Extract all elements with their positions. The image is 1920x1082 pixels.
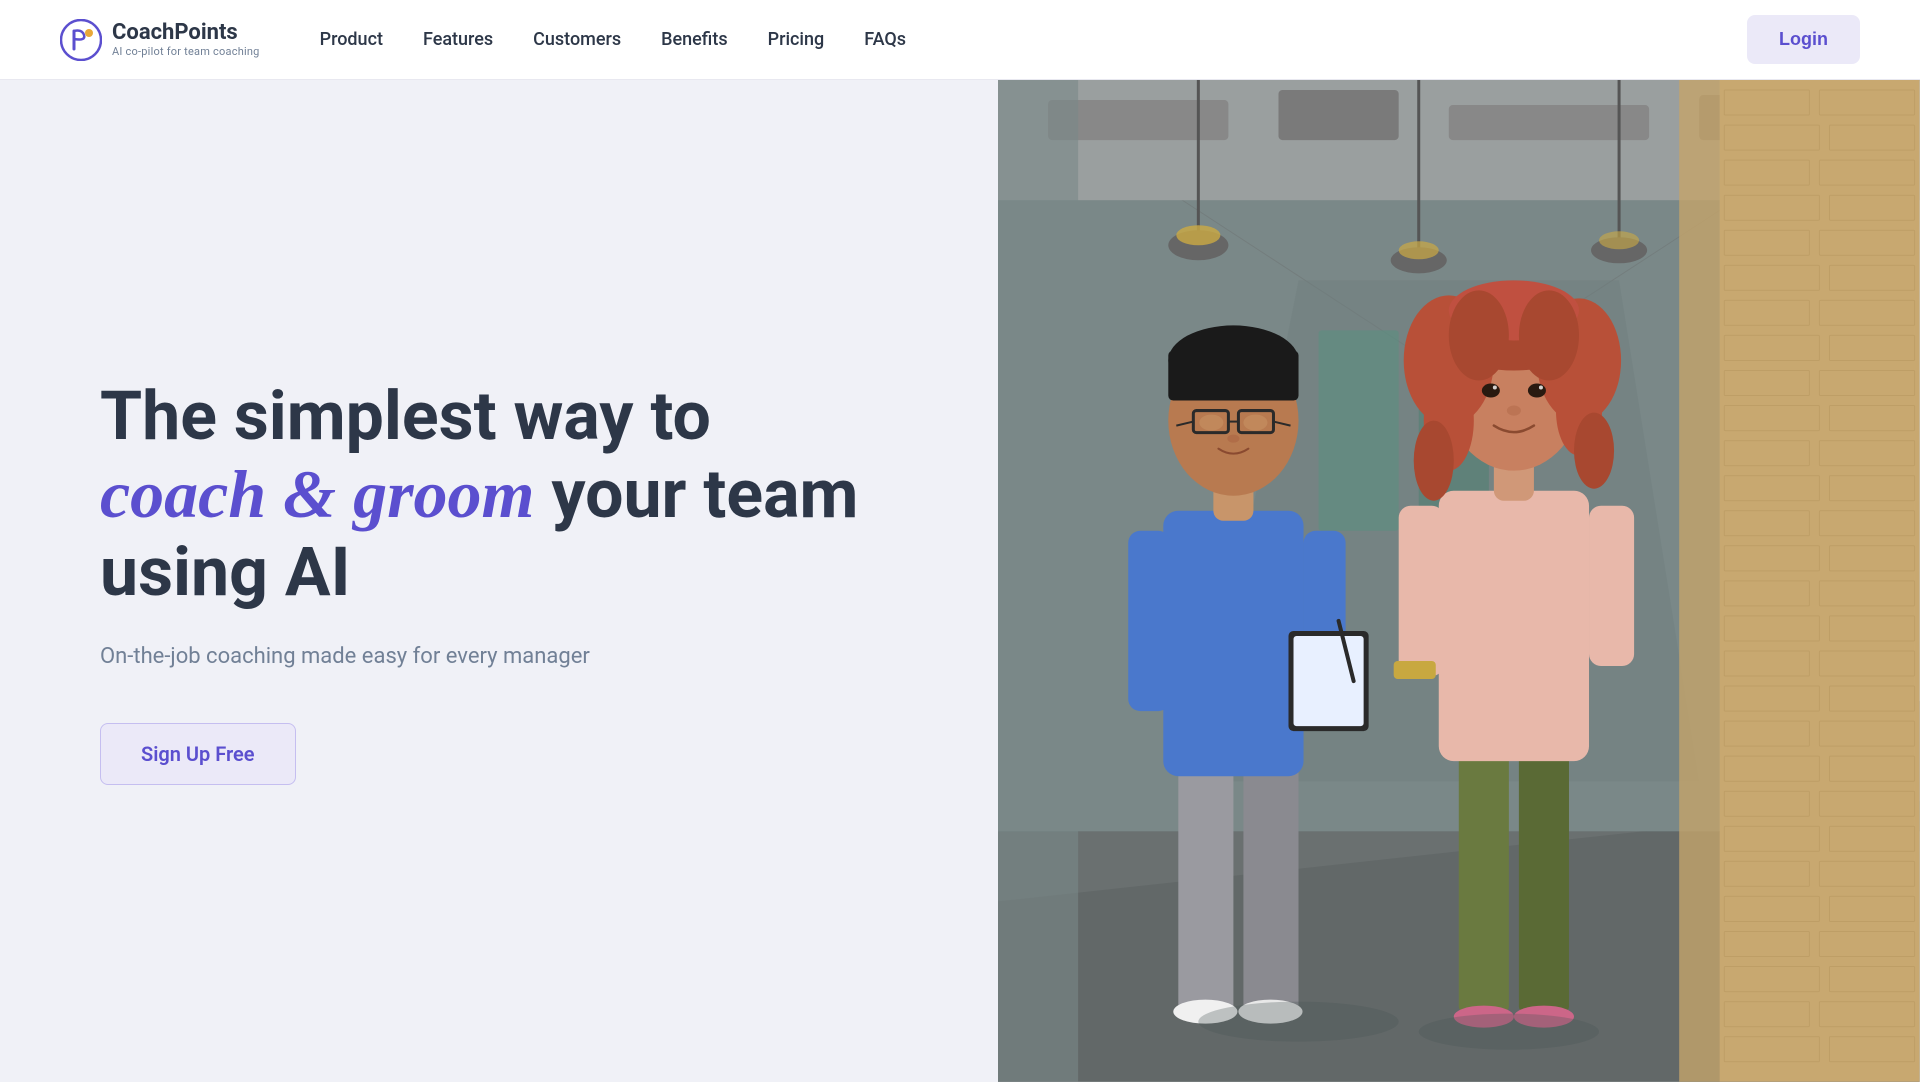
logo-title: CoachPoints [112, 21, 260, 45]
nav-links: Product Features Customers Benefits Pric… [320, 29, 1727, 50]
logo[interactable]: CoachPoints AI co-pilot for team coachin… [60, 19, 260, 61]
logo-icon [60, 19, 102, 61]
hero-heading: The simplest way to coach & groom your t… [100, 377, 860, 612]
signup-button[interactable]: Sign Up Free [100, 723, 296, 785]
nav-faqs[interactable]: FAQs [864, 29, 906, 50]
login-button[interactable]: Login [1747, 15, 1860, 64]
hero-image [998, 80, 1920, 1082]
hero-heading-italic: coach & groom [100, 456, 534, 532]
navbar: CoachPoints AI co-pilot for team coachin… [0, 0, 1920, 80]
nav-features[interactable]: Features [423, 29, 493, 50]
hero-image-area [998, 80, 1920, 1082]
hero-section: The simplest way to coach & groom your t… [0, 80, 1920, 1082]
nav-benefits[interactable]: Benefits [661, 29, 727, 50]
hero-heading-before: The simplest way to [100, 376, 711, 456]
nav-pricing[interactable]: Pricing [768, 29, 825, 50]
hero-content: The simplest way to coach & groom your t… [0, 80, 998, 1082]
nav-product[interactable]: Product [320, 29, 383, 50]
hero-subtext: On-the-job coaching made easy for every … [100, 640, 918, 673]
logo-subtitle: AI co-pilot for team coaching [112, 45, 260, 58]
nav-customers[interactable]: Customers [533, 29, 621, 50]
logo-text-block: CoachPoints AI co-pilot for team coachin… [112, 21, 260, 58]
